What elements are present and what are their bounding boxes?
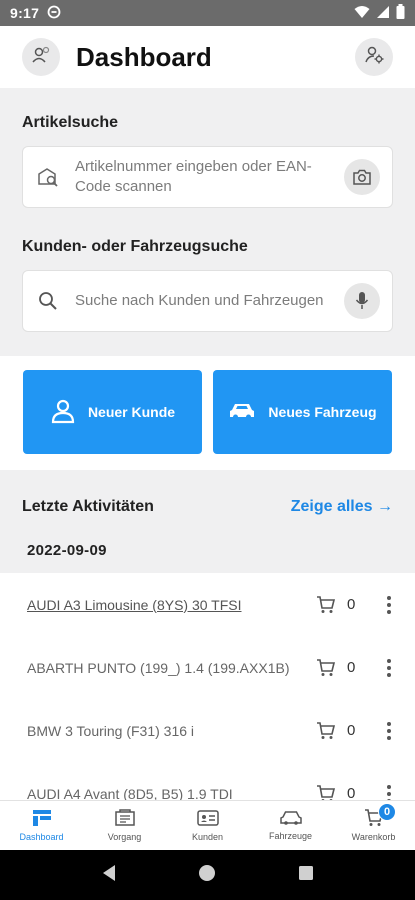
cart-badge: 0	[378, 803, 396, 821]
vehicle-name[interactable]: AUDI A3 Limousine (8YS) 30 TFSI	[27, 597, 307, 613]
cart-icon[interactable]	[315, 658, 337, 677]
scan-camera-button[interactable]	[344, 159, 380, 195]
company-logo-icon	[30, 44, 52, 71]
add-person-icon	[50, 398, 76, 427]
more-options-icon[interactable]	[379, 595, 399, 614]
process-icon	[114, 809, 136, 829]
show-all-link[interactable]: Zeige alles →	[291, 498, 393, 516]
article-search-icon	[35, 165, 61, 189]
article-search-placeholder: Artikelnummer eingeben oder EAN-Code sca…	[75, 158, 312, 195]
recents-icon[interactable]	[298, 865, 314, 886]
list-item[interactable]: BMW 3 Touring (F31) 316 i 0	[0, 699, 415, 762]
vehicle-name[interactable]: ABARTH PUNTO (199_) 1.4 (199.AXX1B)	[27, 660, 307, 676]
article-search-label: Artikelsuche	[22, 114, 119, 131]
search-panel: Artikelsuche Artikelnummer eingeben oder…	[0, 88, 415, 356]
recent-activities: Letzte Aktivitäten Zeige alles → 2022-09…	[0, 470, 415, 800]
nav-kunden-label: Kunden	[191, 832, 224, 842]
user-settings-icon	[363, 44, 385, 71]
show-all-label: Zeige alles	[290, 498, 373, 515]
customer-search-placeholder: Suche nach Kunden und Fahrzeugen	[75, 292, 324, 309]
app-header: Dashboard	[0, 26, 415, 88]
more-options-icon[interactable]	[379, 658, 399, 677]
cart-quantity: 0	[347, 659, 356, 676]
voice-search-button[interactable]	[344, 283, 380, 319]
more-options-icon[interactable]	[379, 784, 399, 800]
user-settings-button[interactable]	[355, 38, 393, 76]
signal-icon	[376, 5, 390, 22]
article-search-input[interactable]: Artikelnummer eingeben oder EAN-Code sca…	[22, 146, 393, 208]
dashboard-icon	[32, 809, 52, 829]
home-icon[interactable]	[198, 864, 216, 887]
cart-icon[interactable]	[315, 595, 337, 614]
new-vehicle-label: Neues Fahrzeug	[268, 404, 377, 420]
sync-status-icon	[47, 5, 61, 22]
nav-vorgang[interactable]: Vorgang	[83, 801, 166, 850]
back-icon[interactable]	[101, 864, 117, 887]
status-bar: 9:17	[0, 0, 415, 26]
new-customer-label: Neuer Kunde	[87, 404, 176, 420]
list-item[interactable]: AUDI A3 Limousine (8YS) 30 TFSI 0	[0, 573, 415, 636]
nav-dashboard-label: Dashboard	[19, 832, 64, 842]
cart-icon[interactable]	[315, 784, 337, 800]
bottom-navigation: Dashboard Vorgang Kunden Fahrzeuge 0 War…	[0, 800, 415, 850]
car-icon	[228, 401, 256, 424]
list-item[interactable]: AUDI A4 Avant (8D5, B5) 1.9 TDI 0	[0, 762, 415, 800]
nav-kunden[interactable]: Kunden	[166, 801, 249, 850]
nav-dashboard[interactable]: Dashboard	[0, 801, 83, 850]
cart-quantity: 0	[347, 785, 356, 800]
cart-quantity: 0	[347, 596, 356, 613]
new-customer-button[interactable]: Neuer Kunde	[23, 370, 202, 454]
activity-date: 2022-09-09	[27, 542, 107, 559]
arrow-right-icon: →	[377, 498, 393, 515]
activities-header: Letzte Aktivitäten Zeige alles →	[22, 498, 393, 516]
contact-card-icon	[196, 809, 219, 829]
car-icon	[279, 810, 302, 828]
customer-search-label: Kunden- oder Fahrzeugsuche	[22, 238, 248, 255]
activities-title: Letzte Aktivitäten	[22, 498, 154, 515]
cart-quantity: 0	[347, 722, 356, 739]
nav-fahrzeuge[interactable]: Fahrzeuge	[249, 801, 332, 850]
page-title: Dashboard	[76, 41, 212, 72]
customer-search-input[interactable]: Suche nach Kunden und Fahrzeugen	[22, 270, 393, 332]
microphone-icon	[355, 292, 369, 309]
new-vehicle-button[interactable]: Neues Fahrzeug	[213, 370, 392, 454]
cart-icon[interactable]	[315, 721, 337, 740]
more-options-icon[interactable]	[379, 721, 399, 740]
vehicle-name[interactable]: BMW 3 Touring (F31) 316 i	[27, 723, 307, 739]
quick-actions: Neuer Kunde Neues Fahrzeug	[0, 356, 415, 470]
nav-warenkorb-label: Warenkorb	[351, 832, 396, 842]
nav-fahrzeuge-label: Fahrzeuge	[268, 831, 313, 841]
vehicle-name[interactable]: AUDI A4 Avant (8D5, B5) 1.9 TDI	[27, 786, 307, 801]
nav-warenkorb[interactable]: 0 Warenkorb	[332, 801, 415, 850]
battery-icon	[396, 4, 405, 22]
status-time: 9:17	[10, 5, 40, 21]
list-item[interactable]: ABARTH PUNTO (199_) 1.4 (199.AXX1B) 0	[0, 636, 415, 699]
company-logo-button[interactable]	[22, 38, 60, 76]
nav-vorgang-label: Vorgang	[107, 832, 142, 842]
system-navigation-bar	[0, 850, 415, 900]
search-icon	[35, 290, 61, 312]
wifi-icon	[354, 5, 370, 22]
camera-icon	[353, 169, 371, 185]
activity-list: AUDI A3 Limousine (8YS) 30 TFSI 0 ABARTH…	[0, 573, 415, 800]
